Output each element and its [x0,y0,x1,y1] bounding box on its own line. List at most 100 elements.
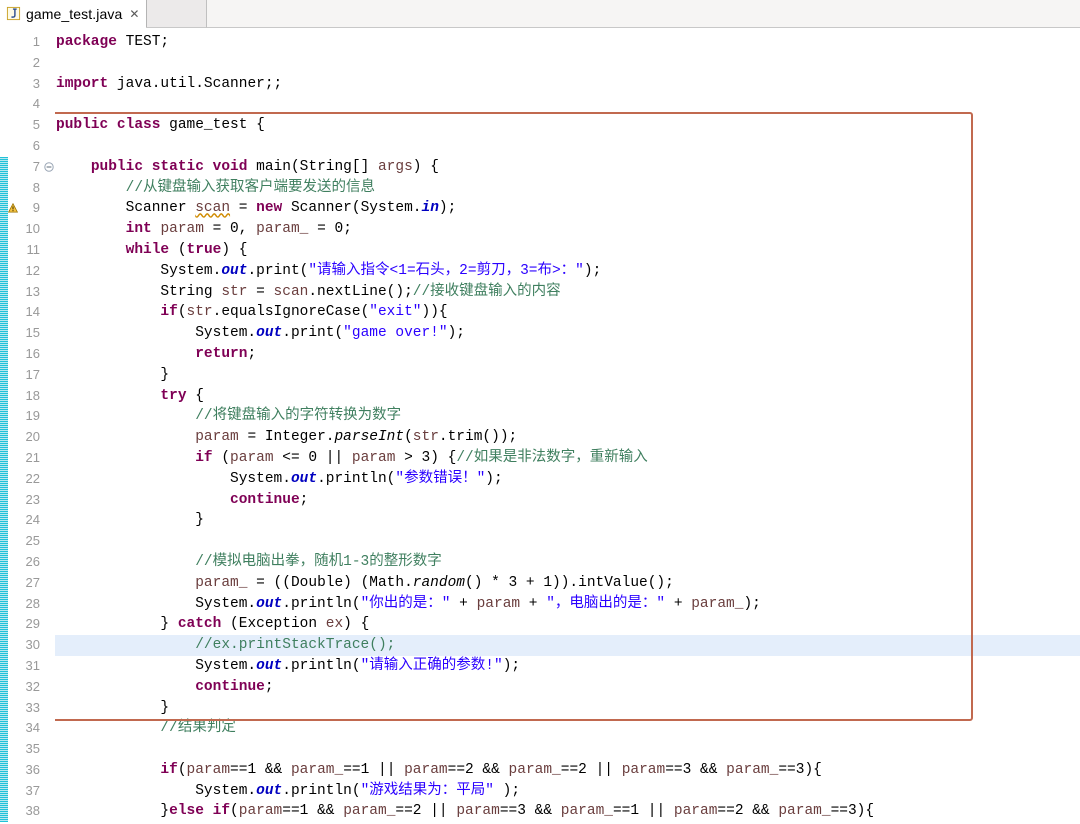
code-line[interactable]: System.out.println("请输入正确的参数!"); [56,656,1080,677]
code-line[interactable] [56,53,1080,74]
code-token: new [256,200,283,217]
code-line[interactable]: public static void main(String[] args) { [56,157,1080,178]
line-number: 9 [32,200,40,216]
code-token: } [56,366,170,383]
warning-icon[interactable] [8,203,18,213]
code-token: str [221,283,248,300]
code-token: //接收键盘输入的内容 [412,283,561,300]
folding-ruler[interactable] [43,28,55,824]
code-line[interactable]: System.out.println("参数错误！"); [56,469,1080,490]
code-line[interactable]: System.out.print("game over!"); [56,323,1080,344]
code-line[interactable]: //ex.printStackTrace(); [56,635,1080,656]
line-number: 3 [32,75,40,91]
code-line[interactable]: try { [56,386,1080,407]
code-token: //如果是非法数字，重新输入 [456,449,648,466]
code-token: ; [264,678,274,695]
code-line[interactable]: if (param <= 0 || param > 3) {//如果是非法数字，… [56,448,1080,469]
code-line[interactable]: return; [56,344,1080,365]
code-token: .println( [282,657,361,674]
code-line[interactable]: String str = scan.nextLine();//接收键盘输入的内容 [56,282,1080,303]
code-token: } [56,803,170,820]
code-token: ==3){ [830,803,875,820]
code-line[interactable] [56,531,1080,552]
code-line[interactable]: while (true) { [56,240,1080,261]
code-token: .print( [282,325,344,342]
code-line[interactable] [56,136,1080,157]
code-token: String [56,283,222,300]
code-line[interactable]: param_ = ((Double) (Math.random() * 3 + … [56,573,1080,594]
code-line[interactable]: if(param==1 && param_==1 || param==2 && … [56,760,1080,781]
code-line[interactable]: } [56,365,1080,386]
code-token: continue [195,678,265,695]
code-token: Scanner(System. [282,200,422,217]
code-surface[interactable]: package TEST; import java.util.Scanner;;… [55,28,1080,824]
line-number: 23 [25,491,40,507]
line-number: 27 [25,574,40,590]
code-token: .equalsIgnoreCase( [212,304,370,321]
line-number-ruler: 1 2 3 4 5 6 7 8 9 10 11 12 13 14 15 16 17 18 19 20 21 22 23 24 2… [18,28,43,824]
code-token: str [412,429,439,446]
code-token: ); [493,782,521,799]
code-token: //从键盘输入获取客户端要发送的信息 [125,179,376,196]
code-line[interactable]: System.out.println("你出的是：" + param + "，电… [56,594,1080,615]
line-number: 31 [25,657,40,673]
code-token: .println( [282,782,361,799]
line-number: 14 [25,304,40,320]
code-line[interactable]: System.out.print("请输入指令<1=石头，2=剪刀，3=布>："… [56,261,1080,282]
code-token: Scanner [56,200,196,217]
code-token: param [673,803,718,820]
code-line[interactable]: //模拟电脑出拳，随机1-3的整形数字 [56,552,1080,573]
code-token: ( [177,304,187,321]
source-code[interactable]: package TEST; import java.util.Scanner;;… [55,28,1080,822]
code-token: ==2 || [395,803,457,820]
code-token: .trim()); [438,429,518,446]
code-token: public static void [90,158,248,175]
tab-game-test-java[interactable]: game_test.java ✕ [0,0,148,28]
code-line[interactable]: } [56,698,1080,719]
code-token: game_test { [160,117,265,134]
line-number: 6 [32,137,40,153]
code-token: ==2 || [560,761,622,778]
code-line[interactable]: import java.util.Scanner;; [56,74,1080,95]
code-token: > 3) { [395,449,457,466]
code-line[interactable]: continue; [56,677,1080,698]
code-line[interactable]: param = Integer.parseInt(str.trim()); [56,427,1080,448]
code-token: true [186,241,222,258]
code-token: ) { [343,616,370,633]
code-line[interactable]: //结果判定 [56,718,1080,739]
code-line[interactable]: }else if(param==1 && param_==2 || param=… [56,801,1080,822]
code-token: param [238,803,283,820]
code-line[interactable]: if(str.equalsIgnoreCase("exit")){ [56,302,1080,323]
code-token: import [56,75,109,92]
code-line[interactable] [56,739,1080,760]
code-token: "game over!" [343,325,448,342]
code-token: ); [583,262,602,279]
code-line[interactable]: continue; [56,490,1080,511]
code-token: ( [212,449,231,466]
code-token: param [351,449,396,466]
marker-ruler[interactable] [8,28,18,824]
code-token: "你出的是：" [360,595,451,612]
code-line[interactable]: public class game_test { [56,115,1080,136]
code-token: random [412,574,465,591]
code-line[interactable]: package TEST; [56,32,1080,53]
code-token: param [476,595,521,612]
code-line[interactable]: } catch (Exception ex) { [56,614,1080,635]
line-number: 16 [25,345,40,361]
code-line[interactable] [56,94,1080,115]
code-line[interactable]: //将键盘输入的字符转换为数字 [56,406,1080,427]
tab-bar-empty-slot [147,0,208,28]
code-line[interactable]: System.out.println("游戏结果为：平局" ); [56,781,1080,802]
code-line[interactable]: int param = 0, param_ = 0; [56,219,1080,240]
line-number: 30 [25,637,40,653]
code-editor[interactable]: 1 2 3 4 5 6 7 8 9 10 11 12 13 14 15 16 17 18 19 20 21 22 23 24 2… [0,28,1080,824]
code-line[interactable]: } [56,510,1080,531]
fold-collapse-icon[interactable] [44,162,54,172]
code-line[interactable]: Scanner scan = new Scanner(System.in); [56,198,1080,219]
code-token: public class [56,117,161,134]
line-number: 15 [25,325,40,341]
close-icon[interactable]: ✕ [129,8,139,20]
code-line[interactable]: //从键盘输入获取客户端要发送的信息 [56,178,1080,199]
